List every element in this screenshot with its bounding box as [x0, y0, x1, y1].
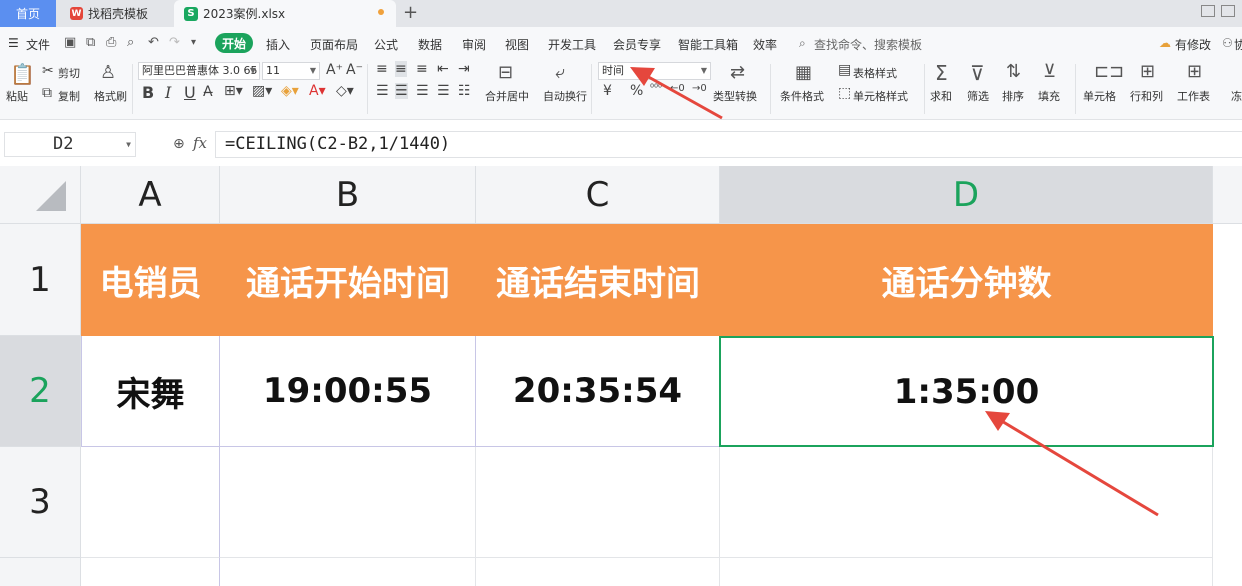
annotation-arrow-result-cell: [985, 411, 1159, 517]
annotation-arrow-number-format: [630, 67, 723, 120]
annotation-arrows: [630, 67, 1159, 517]
